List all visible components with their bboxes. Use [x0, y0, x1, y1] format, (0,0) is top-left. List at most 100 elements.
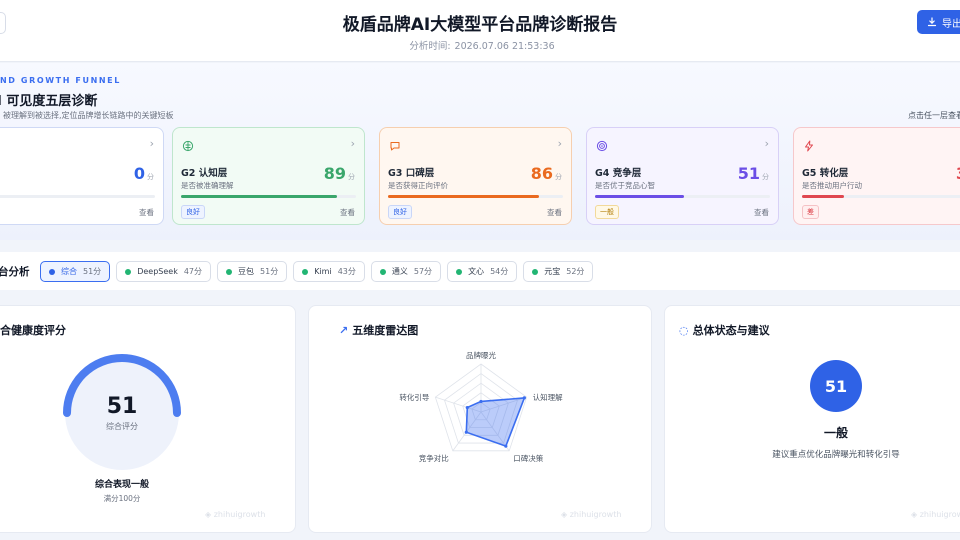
funnel-card-5[interactable]: ›G5 转化层是否推动用户行动3分差查看 — [793, 127, 960, 225]
radar-title: ↗ 五维度雷达图 — [339, 324, 419, 337]
download-icon — [927, 17, 937, 27]
funnel-card-2[interactable]: › G2 认知层 是否被准确理解 89 分良好 查看 — [172, 127, 365, 225]
radar-chart: 品牌曝光认知理解口碑决策 竞争对比 转化引导 — [399, 350, 563, 463]
health-title: 合健康度评分 — [0, 324, 66, 337]
radar-axis-label: 品牌曝光 — [466, 350, 496, 360]
radar-point — [465, 405, 469, 410]
layer-score: 89 分 — [323, 164, 355, 183]
layer-badge: 良好 — [181, 205, 205, 219]
export-label: 导出 — [942, 18, 960, 30]
summary-panel: ◌ 总体状态与建议 51 一般 建议重点优化品牌曝光和转化引导 ◈ zhihuig… — [664, 305, 960, 533]
platform-name: Kimi — [314, 267, 332, 276]
funnel-eyebrow: ND GROWTH FUNNEL — [0, 76, 121, 85]
platform-analysis-label: 台分析 — [0, 266, 30, 278]
radar-point — [504, 444, 508, 448]
radar-point — [479, 399, 483, 404]
radar-point — [522, 396, 526, 400]
watermark-icon: ◈ — [205, 510, 214, 519]
platform-analysis-bar: 台分析 综合 51分 DeepSeek 47分 豆包 51分 Kimi 43分 通义 57分 文心 5… — [0, 252, 960, 290]
funnel-subtitle: 被理解到被选择,定位品牌增长链路中的关键短板 — [3, 111, 174, 120]
status-dot — [125, 268, 132, 275]
view-link[interactable]: 查看 — [547, 207, 562, 218]
status-dot — [226, 268, 233, 275]
chevron-right-icon: › — [764, 137, 769, 150]
platform-score: 43分 — [337, 267, 356, 276]
platform-chip[interactable]: DeepSeek 47分 — [116, 261, 212, 282]
layer-name: G5 转化层 — [802, 168, 849, 179]
platform-chip[interactable]: 通义 57分 — [370, 261, 442, 282]
platform-chip[interactable]: Kimi 43分 — [293, 261, 365, 282]
radar-series-area — [465, 397, 526, 448]
platform-chips: 综合 51分 DeepSeek 47分 豆包 51分 Kimi 43分 通义 57分 文心 54分 元宝… — [40, 261, 594, 282]
layer-badge: 良好 — [388, 205, 412, 219]
status-dot — [532, 268, 539, 275]
analysis-time: 分析时间: 2026.07.06 21:53:36 — [0, 38, 960, 52]
platform-name: 通义 — [391, 267, 408, 276]
platform-chip[interactable]: 元宝 52分 — [523, 261, 594, 282]
platform-chip[interactable]: 综合 51分 — [40, 261, 111, 282]
watermark-icon: ◈ — [911, 510, 920, 519]
status-dot — [379, 268, 386, 275]
health-status: 综合表现一般 — [94, 480, 149, 490]
brain-icon — [182, 140, 194, 152]
funnel-card-3[interactable]: › G3 口碑层 是否获得正向评价 86 分良好 查看 — [379, 127, 572, 225]
layer-progress-fill — [595, 195, 685, 198]
chevron-right-icon: › — [149, 137, 154, 150]
funnel-card-4[interactable]: › G4 竞争层 是否优于竞品心智 51 分一般 查看 — [586, 127, 779, 225]
platform-score: 57分 — [413, 267, 433, 276]
platform-name: 元宝 — [544, 267, 561, 276]
platform-name: 文心 — [468, 267, 485, 276]
platform-name: DeepSeek — [137, 267, 178, 276]
platform-score: 54分 — [490, 267, 509, 276]
layer-badge: 一般 — [595, 205, 619, 219]
radar-axis-label: 口碑决策 — [513, 453, 543, 463]
platform-chip[interactable]: 豆包 51分 — [217, 261, 288, 282]
platform-name: 豆包 — [238, 267, 255, 276]
layer-score: 3分 — [956, 164, 960, 183]
message-icon — [390, 142, 400, 151]
summary-title: ◌ 总体状态与建议 — [679, 324, 770, 337]
funnel-title: I 可见度五层诊断 — [0, 94, 98, 109]
view-link[interactable]: 查看 — [139, 207, 154, 218]
bolt-icon — [805, 140, 813, 152]
view-link[interactable]: 查看 — [340, 207, 355, 218]
page-title: 极盾品牌AI大模型平台品牌诊断报告 — [342, 15, 618, 35]
status-dot — [456, 268, 463, 275]
layer-desc: 是否优于竞品心智 — [595, 181, 655, 190]
layer-progress-track — [595, 195, 770, 198]
watermark: ◈ zhihuigrowth — [911, 510, 960, 519]
radar-axis-label: 竞争对比 — [419, 453, 449, 463]
layer-progress-track — [388, 195, 563, 198]
lightbulb-icon: ◌ — [679, 324, 689, 337]
target-icon — [596, 140, 608, 152]
layer-score: 0分 — [133, 164, 154, 183]
radar-axis-label: 认知理解 — [533, 392, 563, 402]
funnel-hint: 点击任一层查看 — [908, 111, 960, 120]
status-dot — [302, 268, 309, 275]
layer-score: 86 分 — [530, 164, 562, 183]
platform-score: 47分 — [183, 267, 203, 276]
export-button[interactable]: 导出 — [917, 10, 960, 34]
layer-desc: 是否推动用户行动 — [802, 181, 862, 190]
analysis-time-label: 分析时间: — [409, 41, 451, 52]
status-dot — [49, 268, 55, 275]
radar-axis-label: 转化引导 — [399, 392, 429, 402]
growth-funnel-section: ND GROWTH FUNNEL I 可见度五层诊断 被理解到被选择,定位品牌增… — [0, 63, 960, 240]
layer-name: G3 口碑层 — [388, 168, 435, 179]
layer-name: G2 认知层 — [181, 168, 228, 179]
watermark-icon: ◈ — [561, 510, 570, 519]
platform-chip[interactable]: 文心 54分 — [447, 261, 518, 282]
radar-point — [464, 430, 468, 434]
layer-progress-fill — [181, 195, 337, 198]
health-score: 51 — [106, 394, 138, 419]
report-header: 极盾品牌AI大模型平台品牌诊断报告 分析时间: 2026.07.06 21:53:… — [0, 0, 960, 62]
health-score-label: 综合评分 — [106, 422, 138, 431]
funnel-card-1[interactable]: ›光层I 看见0分查看 — [0, 127, 164, 225]
health-max: 满分100分 — [103, 494, 141, 503]
layer-progress-fill — [388, 195, 539, 198]
platform-score: 51分 — [260, 267, 279, 276]
summary-score-circle: 51 — [810, 360, 862, 412]
platform-score: 51分 — [83, 267, 102, 276]
view-link[interactable]: 查看 — [754, 207, 769, 218]
layer-progress-track — [181, 195, 356, 198]
